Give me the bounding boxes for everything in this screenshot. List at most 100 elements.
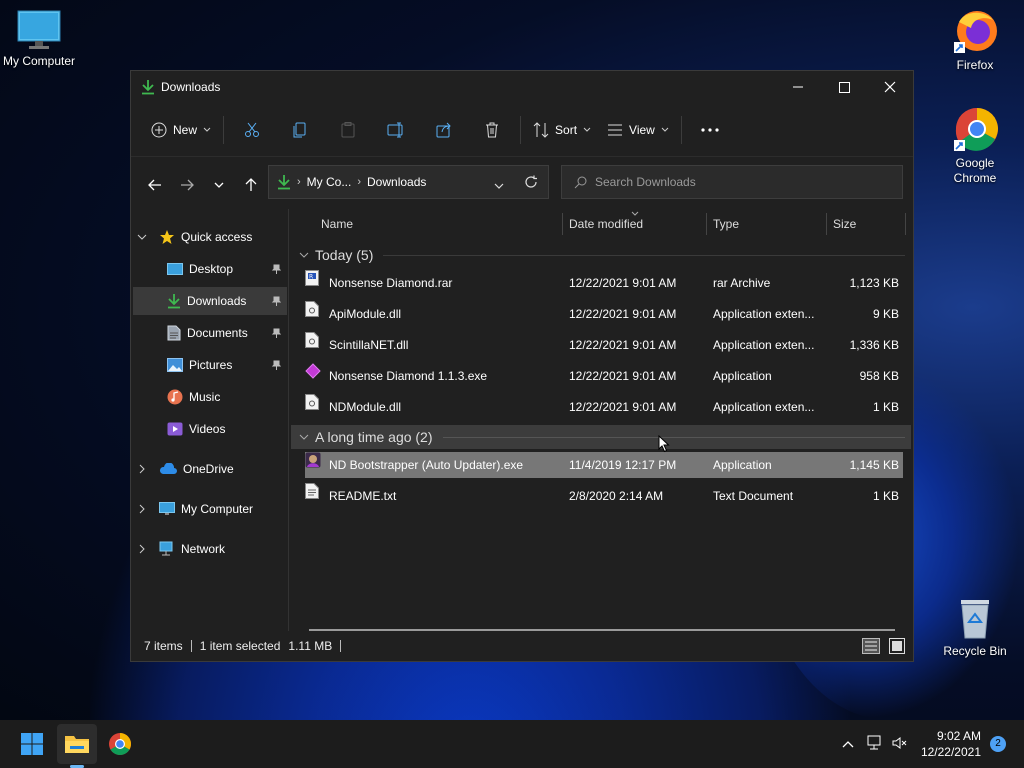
separator <box>520 115 522 144</box>
minimize-button[interactable] <box>775 71 821 103</box>
up-button[interactable] <box>235 169 267 201</box>
sidebar-item-downloads[interactable]: Downloads <box>133 287 287 315</box>
column-type[interactable]: Type <box>713 217 739 231</box>
file-date: 11/4/2019 12:17 PM <box>569 458 677 472</box>
dll-file-icon <box>305 332 319 348</box>
separator <box>223 115 225 144</box>
start-button[interactable] <box>12 724 52 764</box>
dll-file-icon <box>305 301 319 317</box>
sidebar-item-videos[interactable]: Videos <box>133 415 287 443</box>
sort-label: Sort <box>555 122 578 137</box>
column-divider[interactable] <box>706 213 707 235</box>
chrome-icon <box>109 733 131 755</box>
file-row[interactable]: NDModule.dll 12/22/2021 9:01 AM Applicat… <box>305 394 903 420</box>
copy-button[interactable] <box>276 113 324 147</box>
status-divider <box>340 640 342 652</box>
file-row-selected[interactable]: ND Bootstrapper (Auto Updater).exe 11/4/… <box>305 452 903 478</box>
desktop-icon-my-computer[interactable]: My Computer <box>1 10 77 69</box>
volume-button[interactable] <box>892 735 908 754</box>
delete-button[interactable] <box>468 113 516 147</box>
file-date: 2/8/2020 2:14 AM <box>569 489 664 503</box>
share-button[interactable] <box>420 113 468 147</box>
sidebar-label: Downloads <box>187 294 247 308</box>
sidebar-item-my-computer[interactable]: My Computer <box>139 495 287 523</box>
file-row[interactable]: Nonsense Diamond 1.1.3.exe 12/22/2021 9:… <box>305 363 903 389</box>
sidebar-item-onedrive[interactable]: OneDrive <box>139 455 287 483</box>
file-size: 9 KB <box>872 307 899 321</box>
desktop-icon-firefox[interactable]: Firefox <box>937 8 1013 73</box>
recent-locations-button[interactable] <box>203 169 235 201</box>
taskbar-file-explorer[interactable] <box>57 724 97 764</box>
sidebar-label: Desktop <box>189 262 234 276</box>
desktop-icon-recycle-bin[interactable]: Recycle Bin <box>937 596 1013 659</box>
search-input[interactable]: Search Downloads <box>561 165 903 199</box>
title-bar[interactable]: Downloads <box>131 71 913 103</box>
tiles-view-icon <box>889 638 905 654</box>
clock[interactable]: 9:02 AM 12/22/2021 <box>921 728 981 760</box>
column-name[interactable]: Name <box>321 217 353 231</box>
column-divider[interactable] <box>562 213 563 235</box>
address-bar[interactable]: › My Co... › Downloads <box>268 165 549 199</box>
breadcrumb-downloads[interactable]: Downloads <box>367 175 426 189</box>
chevron-up-icon <box>842 741 854 748</box>
file-explorer-window: Downloads New Sort View › My Co... › Dow… <box>130 70 914 662</box>
new-button[interactable]: New <box>143 113 219 147</box>
file-date: 12/22/2021 9:01 AM <box>569 276 677 290</box>
sidebar-item-network[interactable]: Network <box>139 535 287 563</box>
chevron-right-icon <box>139 464 145 474</box>
file-type: Application <box>713 369 772 383</box>
view-button[interactable]: View <box>599 113 677 147</box>
status-divider <box>190 640 192 652</box>
more-options-button[interactable] <box>686 113 734 147</box>
file-row[interactable]: ScintillaNET.dll 12/22/2021 9:01 AM Appl… <box>305 332 903 358</box>
sidebar-item-music[interactable]: Music <box>133 383 287 411</box>
back-button[interactable] <box>139 169 171 201</box>
file-row[interactable]: README.txt 2/8/2020 2:14 AM Text Documen… <box>305 483 903 509</box>
sort-button[interactable]: Sort <box>525 113 599 147</box>
taskbar-chrome[interactable] <box>100 724 140 764</box>
clock-date: 12/22/2021 <box>920 745 981 759</box>
cut-button[interactable] <box>228 113 276 147</box>
desktop-folder-icon <box>167 263 183 275</box>
close-button[interactable] <box>867 71 913 103</box>
chevron-down-icon <box>299 252 309 258</box>
address-history-button[interactable] <box>494 178 504 192</box>
tiles-view-toggle[interactable] <box>889 638 905 657</box>
breadcrumb-chevron-icon: › <box>357 176 362 188</box>
group-header-today[interactable]: Today (5) <box>291 243 911 267</box>
sidebar-item-documents[interactable]: Documents <box>133 319 287 347</box>
file-row[interactable]: ApiModule.dll 12/22/2021 9:01 AM Applica… <box>305 301 903 327</box>
file-type: Application exten... <box>713 400 815 414</box>
status-bar: 7 items 1 item selected 1.11 MB <box>131 631 913 661</box>
desktop-icon-label: Firefox <box>956 58 994 72</box>
column-divider[interactable] <box>826 213 827 235</box>
sidebar-item-quick-access[interactable]: Quick access <box>137 223 287 251</box>
file-type: Application <box>713 458 772 472</box>
selection-size: 1.11 MB <box>288 639 333 653</box>
scissors-icon <box>245 122 260 137</box>
forward-button[interactable] <box>171 169 203 201</box>
music-icon <box>167 389 183 405</box>
rename-button[interactable] <box>372 113 420 147</box>
sidebar-item-desktop[interactable]: Desktop <box>133 255 287 283</box>
details-view-icon <box>862 638 880 654</box>
file-date: 12/22/2021 9:01 AM <box>569 307 677 321</box>
details-view-toggle[interactable] <box>862 638 880 657</box>
show-hidden-icons-button[interactable] <box>842 737 854 751</box>
desktop-icon-chrome[interactable]: Google Chrome <box>937 106 1013 186</box>
notification-badge[interactable]: 2 <box>990 736 1006 752</box>
breadcrumb-my-computer[interactable]: My Co... <box>307 175 352 189</box>
file-size: 1 KB <box>872 489 899 503</box>
paste-button[interactable] <box>324 113 372 147</box>
network-status-button[interactable] <box>867 735 883 754</box>
column-date-modified[interactable]: Date modified <box>569 217 643 231</box>
refresh-icon <box>525 175 537 188</box>
file-row[interactable]: R Nonsense Diamond.rar 12/22/2021 9:01 A… <box>305 270 903 296</box>
sidebar-item-pictures[interactable]: Pictures <box>133 351 287 379</box>
maximize-button[interactable] <box>821 71 867 103</box>
column-size[interactable]: Size <box>833 217 856 231</box>
group-header-long-time-ago[interactable]: A long time ago (2) <box>291 425 911 449</box>
chevron-right-icon <box>139 544 145 554</box>
refresh-button[interactable] <box>524 175 538 192</box>
column-divider[interactable] <box>905 213 906 235</box>
